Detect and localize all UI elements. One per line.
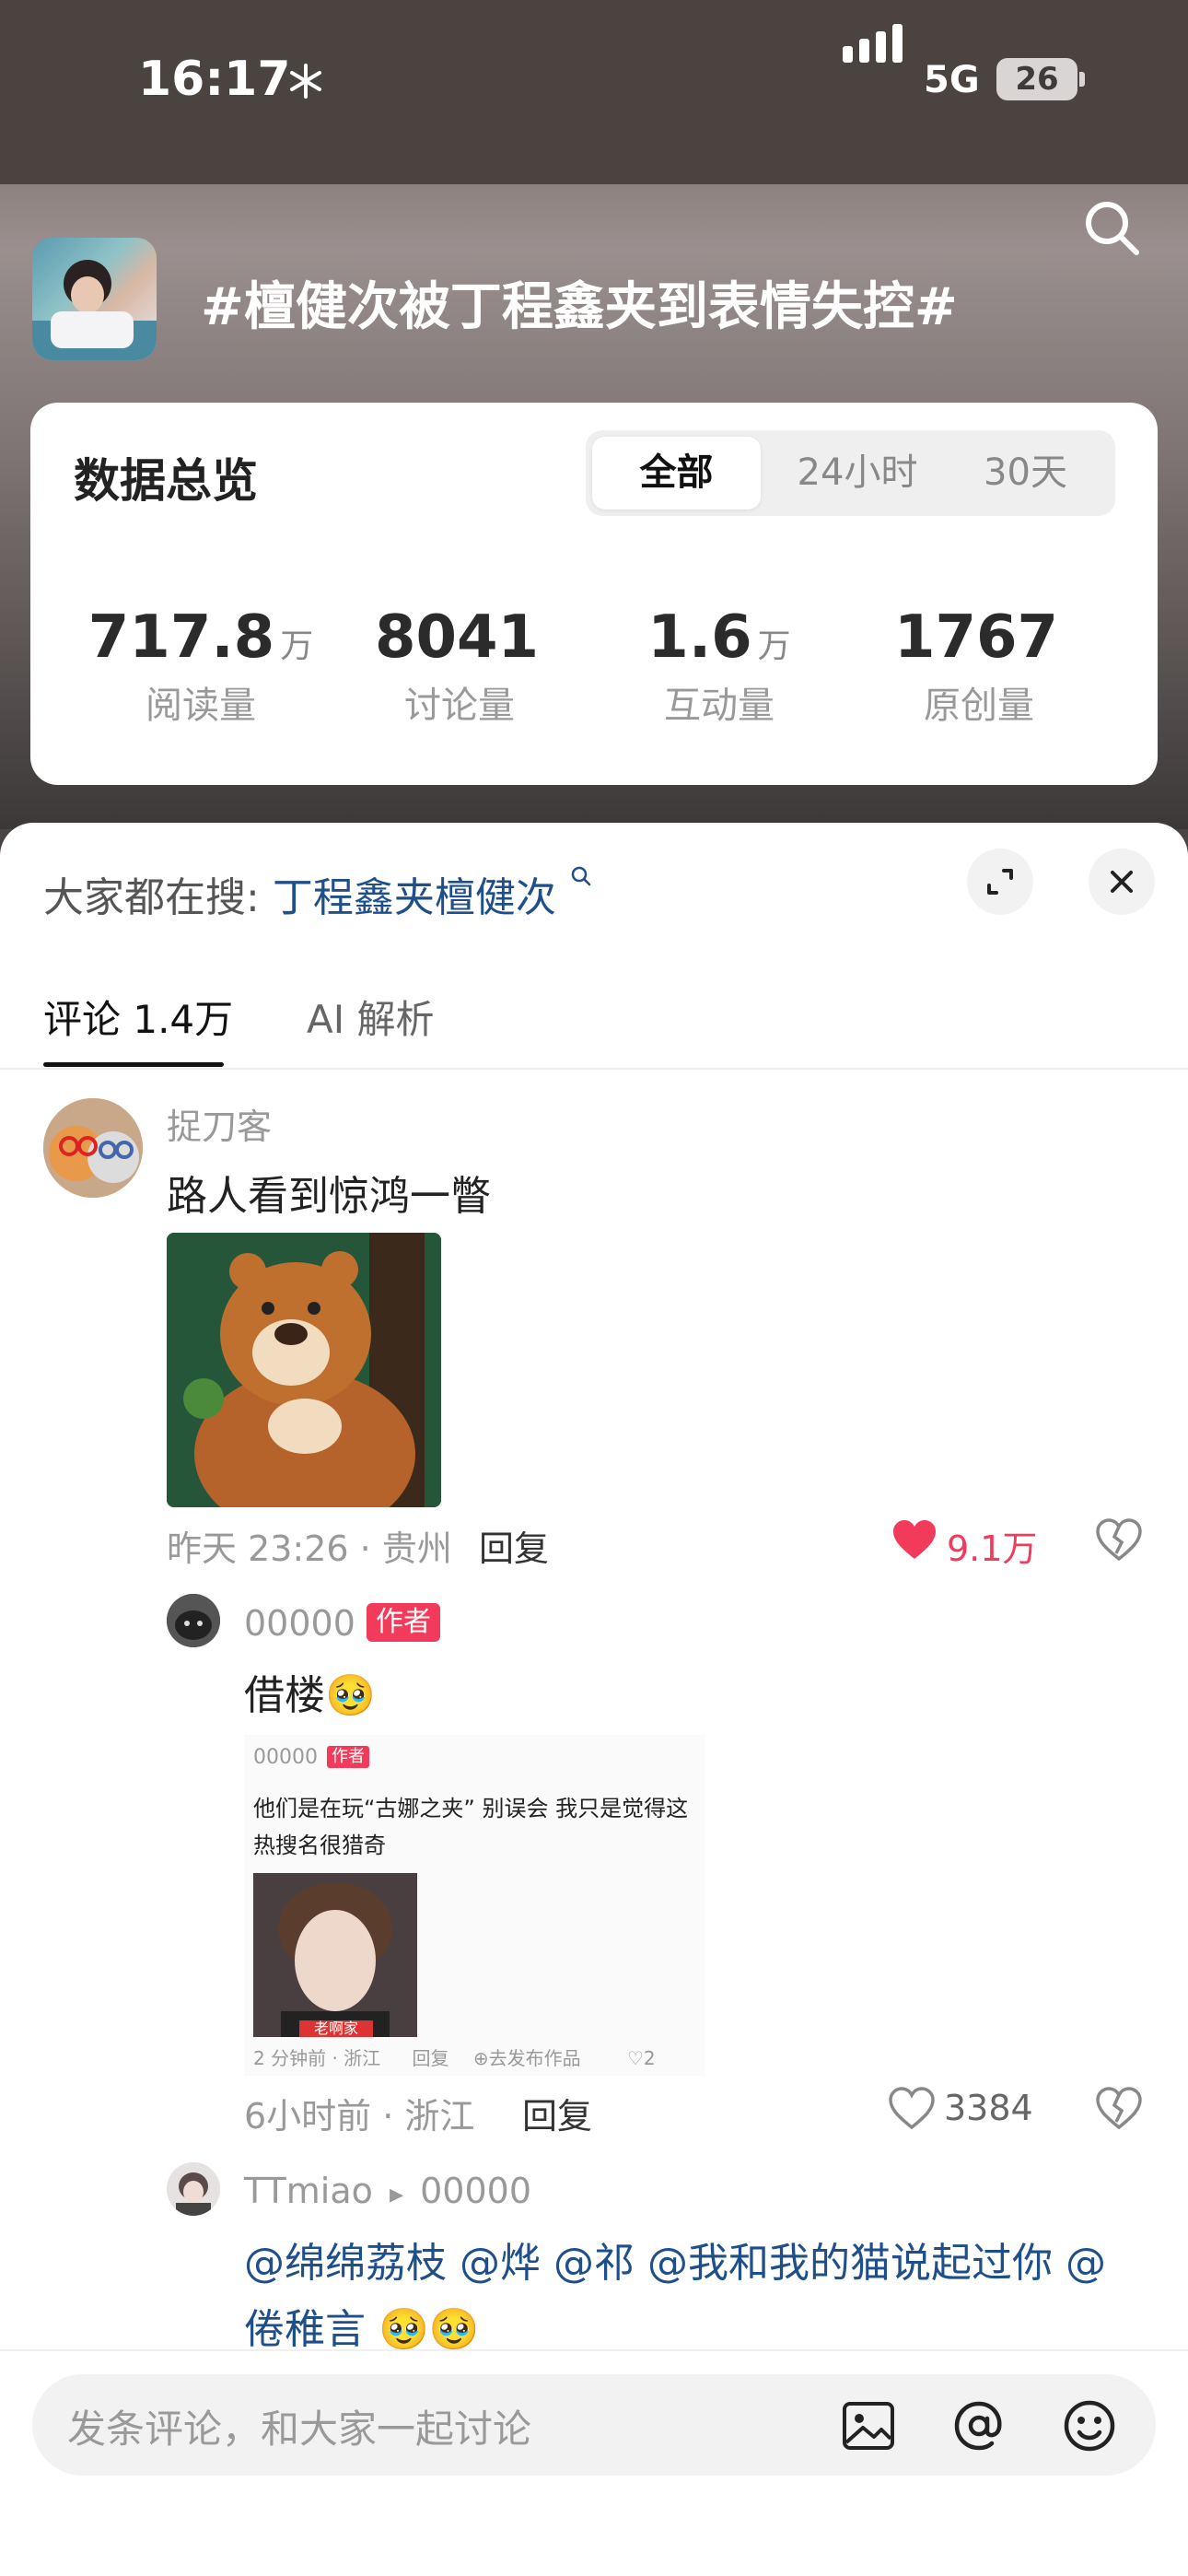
stat-interactions: 1.6 万 互动量 bbox=[600, 603, 839, 729]
stat-label: 原创量 bbox=[924, 685, 1034, 727]
segment-24h[interactable]: 24小时 bbox=[770, 437, 945, 509]
shot-likes: ♡2 bbox=[627, 2047, 656, 2069]
reply2-target[interactable]: 00000 bbox=[420, 2171, 531, 2211]
avatar[interactable] bbox=[43, 1098, 143, 1198]
close-icon bbox=[1111, 871, 1133, 893]
reply-meta: 6小时前 · 浙江 bbox=[244, 2096, 475, 2137]
like-count: 9.1万 bbox=[947, 1528, 1038, 1569]
overview-title: 数据总览 bbox=[74, 454, 258, 508]
status-time: 16:17 bbox=[138, 52, 291, 107]
stat-value: 8041 bbox=[374, 603, 540, 672]
reply-username[interactable]: 00000 bbox=[244, 1603, 355, 1644]
stat-label: 讨论量 bbox=[404, 685, 515, 727]
expand-icon bbox=[987, 869, 1013, 895]
reply-arrow-icon: ▸ bbox=[389, 2178, 404, 2210]
hot-search-label: 大家都在搜: bbox=[43, 874, 260, 921]
heart-filled-icon[interactable] bbox=[891, 1518, 938, 1561]
avatar[interactable] bbox=[167, 1594, 220, 1647]
emoji-icon[interactable] bbox=[1060, 2396, 1119, 2455]
status-bar: 16:17 5G 26 bbox=[0, 0, 1188, 184]
stat-originals: 1767 原创量 bbox=[859, 603, 1099, 729]
shot-reply: 回复 bbox=[412, 2047, 449, 2069]
data-overview-card: 数据总览 全部 24小时 30天 717.8 万 阅读量 8041 讨论量 1.6… bbox=[30, 403, 1158, 785]
stat-reads: 717.8 万 阅读量 bbox=[81, 603, 320, 729]
shot-text-line: 热搜名很猎奇 bbox=[253, 1832, 386, 1858]
reply2-header: TTmiao ▸ 00000 bbox=[244, 2171, 531, 2211]
stat-value: 1.6 bbox=[647, 603, 752, 672]
reply-button[interactable]: 回复 bbox=[479, 1520, 549, 1571]
time-range-segmented-control: 全部 24小时 30天 bbox=[586, 430, 1115, 516]
reply2-username[interactable]: TTmiao bbox=[244, 2171, 373, 2211]
tab-ai-analysis[interactable]: AI 解析 bbox=[307, 989, 434, 1045]
author-badge: 作者 bbox=[367, 1603, 440, 1642]
like-count: 3384 bbox=[944, 2088, 1033, 2128]
hot-search: 大家都在搜: 丁程鑫夹檀健次 bbox=[43, 864, 593, 923]
shot-publish: ⊕去发布作品 bbox=[472, 2047, 581, 2069]
heart-outline-icon[interactable] bbox=[889, 2087, 935, 2129]
mention-icon[interactable] bbox=[949, 2396, 1008, 2455]
snowflake-icon bbox=[290, 64, 321, 99]
avatar[interactable] bbox=[167, 2162, 220, 2216]
expand-button[interactable] bbox=[967, 849, 1033, 915]
stat-unit: 万 bbox=[757, 627, 791, 665]
reply-text: 借楼🥹 bbox=[244, 1672, 376, 1719]
segment-all[interactable]: 全部 bbox=[592, 437, 761, 509]
comment-input-placeholder: 发条评论，和大家一起讨论 bbox=[67, 2406, 532, 2452]
shot-username: 00000 bbox=[253, 1746, 318, 1769]
battery-cap bbox=[1079, 72, 1085, 87]
comment-meta: 昨天 23:26 · 贵州 bbox=[167, 1528, 452, 1569]
reply-screenshot-image[interactable]: 00000 作者 他们是在玩“古娜之夹” 别误会 我只是觉得这 热搜名很猎奇 老… bbox=[244, 1735, 705, 2076]
dislike-icon[interactable] bbox=[1096, 1518, 1142, 1561]
close-button[interactable] bbox=[1089, 849, 1155, 915]
tab-comments[interactable]: 评论 1.4万 bbox=[43, 989, 233, 1045]
stat-value: 1767 bbox=[893, 603, 1059, 672]
stat-label: 阅读量 bbox=[146, 685, 256, 727]
small-search-icon bbox=[571, 866, 591, 886]
comment-text: 路人看到惊鸿一瞥 bbox=[167, 1173, 491, 1220]
segment-30d[interactable]: 30天 bbox=[945, 437, 1106, 509]
network-type: 5G bbox=[924, 59, 980, 101]
comment-sheet: 大家都在搜: 丁程鑫夹檀健次 评论 1.4万 AI 解析 bbox=[0, 823, 1188, 2576]
comment-input[interactable]: 发条评论，和大家一起讨论 bbox=[32, 2374, 1156, 2476]
dislike-icon[interactable] bbox=[1096, 2087, 1142, 2129]
reply-button[interactable]: 回复 bbox=[522, 2088, 592, 2138]
comment-image-bear[interactable] bbox=[167, 1233, 441, 1507]
comment-input-bar: 发条评论，和大家一起讨论 bbox=[0, 2349, 1188, 2576]
stat-discussions: 8041 讨论量 bbox=[340, 603, 579, 729]
stat-unit: 万 bbox=[280, 627, 314, 665]
shot-meta: 2 分钟前 · 浙江 回复 ⊕去发布作品 ♡2 bbox=[253, 2043, 656, 2070]
shot-text-line: 他们是在玩“古娜之夹” 别误会 我只是觉得这 bbox=[253, 1796, 689, 1821]
mention-line[interactable]: @绵绵荔枝 @烨 @祁 @我和我的猫说起过你 @ bbox=[244, 2230, 1106, 2289]
image-icon[interactable] bbox=[839, 2396, 898, 2455]
shot-photo: 老啊家 bbox=[253, 1873, 417, 2037]
shot-photo-caption: 老啊家 bbox=[314, 2020, 358, 2037]
shot-time: 2 分钟前 · 浙江 bbox=[253, 2047, 381, 2069]
topic-title: #檀健次被丁程鑫夹到表情失控# bbox=[201, 277, 958, 337]
stat-label: 互动量 bbox=[664, 685, 775, 727]
mention-line[interactable]: 倦稚言 🥹🥹 bbox=[244, 2296, 480, 2355]
hot-search-link[interactable]: 丁程鑫夹檀健次 bbox=[273, 874, 556, 921]
shot-author-badge: 作者 bbox=[327, 1746, 369, 1768]
topic-cover-image bbox=[32, 238, 157, 360]
battery-icon: 26 bbox=[996, 58, 1077, 100]
tab-active-indicator bbox=[43, 1062, 224, 1067]
stat-value: 717.8 bbox=[87, 603, 275, 672]
tab-divider bbox=[0, 1068, 1188, 1070]
search-icon[interactable] bbox=[1079, 195, 1144, 260]
comment-username[interactable]: 捉刀客 bbox=[167, 1098, 272, 1149]
